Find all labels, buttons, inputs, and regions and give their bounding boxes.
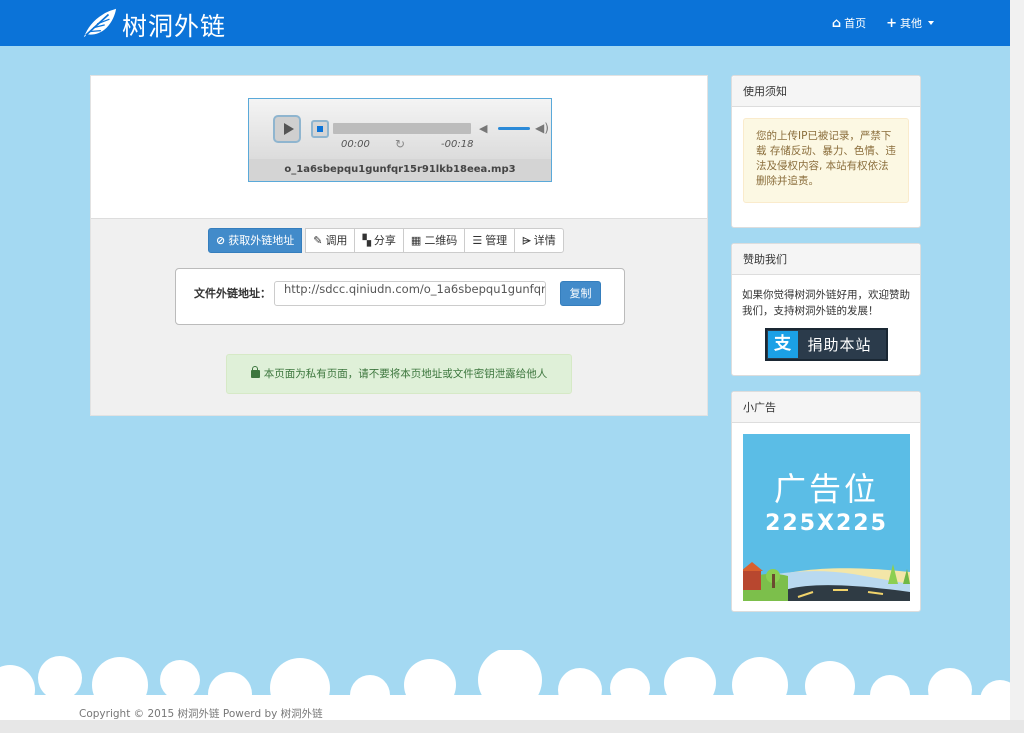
- alipay-icon: 支: [767, 331, 798, 358]
- tab-label: 分享: [373, 234, 396, 247]
- plus-icon: +: [886, 15, 897, 31]
- tab-label: 调用: [325, 234, 348, 247]
- ad-banner[interactable]: 广告位 225X225: [743, 434, 910, 601]
- footer-copyright: Copyright © 2015 树洞外链 Powerd by 树洞外链: [79, 708, 323, 720]
- nav-home-link[interactable]: ⌂ 首页: [832, 15, 866, 31]
- manage-icon: ☰: [472, 234, 483, 247]
- notice-text: 您的上传IP已被记录，严禁下载 存储反动、暴力、色情、违法及侵权内容, 本站有权…: [743, 118, 909, 203]
- notice-title: 使用须知: [732, 76, 920, 107]
- tab-embed[interactable]: ✎ 调用: [305, 228, 356, 253]
- lock-icon: [250, 366, 260, 378]
- play-button[interactable]: [273, 115, 301, 143]
- link-box: 文件外链地址： http://sdcc.qiniudn.com/o_1a6sbe…: [175, 268, 625, 325]
- privacy-alert: 本页面为私有页面，请不要将本页地址或文件密钥泄露给他人: [226, 354, 572, 394]
- loop-icon[interactable]: ↻: [395, 137, 405, 151]
- nav-home-label: 首页: [844, 17, 867, 30]
- vertical-scrollbar[interactable]: [1010, 0, 1024, 720]
- brand-link[interactable]: 树洞外链: [80, 6, 226, 43]
- donate-button[interactable]: 支 捐助本站: [764, 328, 888, 361]
- brand-name: 树洞外链: [122, 11, 227, 41]
- tab-label: 获取外链地址: [228, 234, 295, 247]
- nav-other-label: 其他: [900, 17, 922, 30]
- tab-label: 详情: [533, 234, 556, 247]
- action-tabs: ⊘ 获取外链地址 ✎ 调用 ▚ 分享 ▦ 二维码 ☰ 管理 ⌲ 详情: [208, 228, 564, 253]
- stop-button[interactable]: [311, 120, 329, 138]
- donate-button-label: 捐助本站: [807, 336, 872, 354]
- tab-get-link[interactable]: ⊘ 获取外链地址: [208, 228, 303, 253]
- link-field-label: 文件外链地址：: [194, 287, 271, 300]
- seek-bar[interactable]: [333, 123, 471, 134]
- volume-max-icon[interactable]: ◀): [535, 121, 549, 135]
- caret-down-icon: [928, 21, 934, 25]
- link-url-field[interactable]: http://sdcc.qiniudn.com/o_1a6sbepqu1gunf…: [274, 281, 546, 306]
- donate-panel: 赞助我们 如果你觉得树洞外链好用，欢迎赞助我们，支持树洞外链的发展！ 支 捐助本…: [731, 243, 921, 376]
- volume-slider[interactable]: [498, 127, 530, 130]
- remaining-time: -00:18: [441, 139, 474, 150]
- audio-player: 00:00 ↻ -00:18 ◀ ◀) o_1a6sbepqu1gunfqr15…: [248, 98, 552, 182]
- mute-icon[interactable]: ◀: [479, 122, 487, 135]
- tab-qrcode[interactable]: ▦ 二维码: [402, 228, 466, 253]
- tab-label: 管理: [485, 234, 508, 247]
- nav-other-dropdown[interactable]: + 其他: [886, 15, 934, 31]
- ad-panel: 小广告 广告位 225X225: [731, 391, 921, 612]
- current-time: 00:00: [341, 139, 370, 150]
- horizontal-scrollbar[interactable]: [0, 720, 1024, 733]
- tab-manage[interactable]: ☰ 管理: [464, 228, 516, 253]
- navbar: 树洞外链 ⌂ 首页 + 其他: [0, 0, 1010, 46]
- donate-text: 如果你觉得树洞外链好用，欢迎赞助我们，支持树洞外链的发展！: [742, 289, 910, 317]
- donate-title: 赞助我们: [732, 244, 920, 275]
- share-icon: ▚: [362, 234, 371, 247]
- main-panel: 00:00 ↻ -00:18 ◀ ◀) o_1a6sbepqu1gunfqr15…: [90, 75, 708, 416]
- ad-landscape-icon: [743, 562, 910, 601]
- qrcode-icon: ▦: [410, 234, 422, 247]
- paperclip-icon: ⊘: [216, 234, 226, 247]
- tag-icon: ⌲: [522, 234, 531, 247]
- home-icon: ⌂: [831, 15, 842, 31]
- player-area: 00:00 ↻ -00:18 ◀ ◀) o_1a6sbepqu1gunfqr15…: [91, 76, 707, 219]
- tab-share[interactable]: ▚ 分享: [354, 228, 404, 253]
- track-filename: o_1a6sbepqu1gunfqr15r91lkb18eea.mp3: [249, 159, 551, 181]
- ad-panel-title: 小广告: [732, 392, 920, 423]
- tab-label: 二维码: [424, 234, 458, 247]
- alert-text: 本页面为私有页面，请不要将本页地址或文件密钥泄露给他人: [263, 368, 548, 380]
- tab-details[interactable]: ⌲ 详情: [514, 228, 564, 253]
- copy-button[interactable]: 复制: [560, 281, 601, 306]
- notice-panel: 使用须知 您的上传IP已被记录，严禁下载 存储反动、暴力、色情、违法及侵权内容,…: [731, 75, 921, 228]
- leaf-logo-icon: [80, 6, 118, 43]
- edit-icon: ✎: [313, 234, 323, 247]
